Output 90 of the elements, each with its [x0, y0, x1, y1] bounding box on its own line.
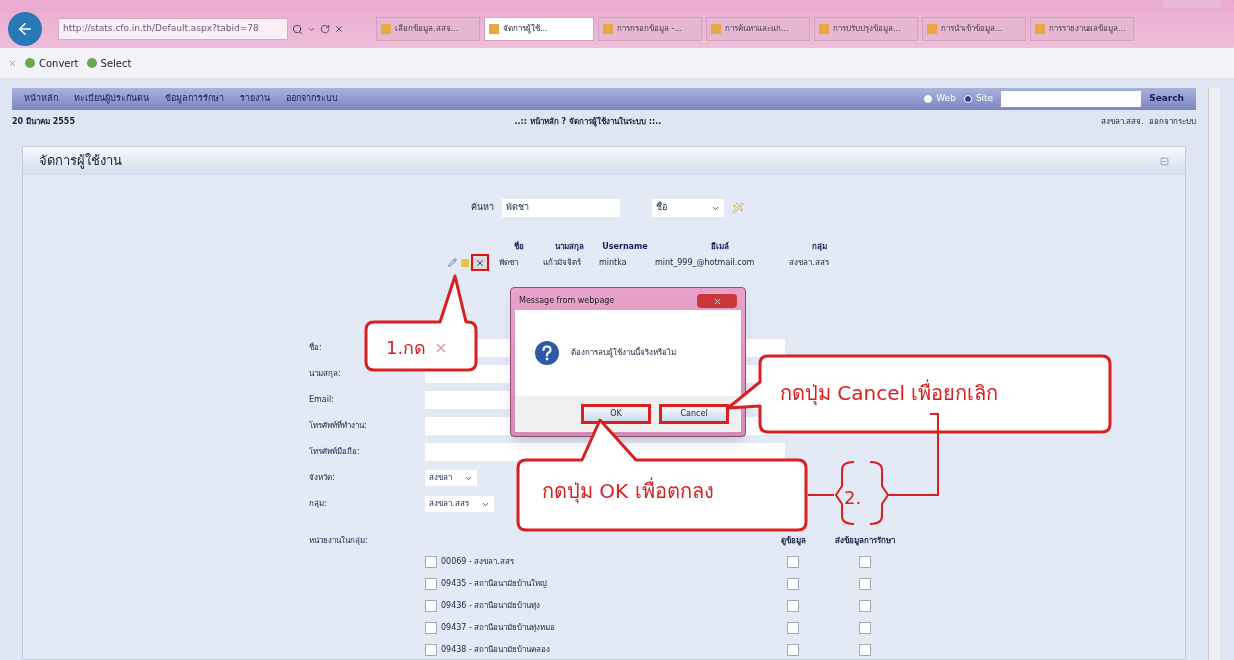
checkbox[interactable]: [859, 644, 871, 656]
pencil-icon[interactable]: [448, 258, 457, 267]
search-label: ค้นหา: [471, 201, 494, 215]
question-icon: [535, 341, 559, 365]
checkbox[interactable]: [425, 600, 437, 612]
toolbar-button[interactable]: Convert: [25, 55, 79, 71]
browser-tab[interactable]: การกรอกข้อมูล -...: [598, 17, 702, 41]
search-button[interactable]: Search: [1149, 92, 1184, 106]
checkbox[interactable]: [425, 556, 437, 568]
checkbox[interactable]: [425, 578, 437, 590]
field-label: กลุ่ม:: [309, 499, 327, 508]
table-cell-text: พัดชา: [499, 256, 519, 269]
callout-text: กดปุ่ม OK เพื่อตกลง: [542, 476, 714, 506]
field-label: โทรศัพท์ที่ทำงาน:: [309, 421, 367, 430]
field-label: ชื่อ:: [309, 343, 322, 352]
column-header: กลุ่ม: [810, 241, 828, 253]
user-link[interactable]: สงขลา.สสจ. ออกจากระบบ: [1100, 116, 1196, 128]
field-label: Email:: [309, 395, 334, 404]
checkbox[interactable]: [859, 578, 871, 590]
checkbox[interactable]: [859, 622, 871, 634]
back-button[interactable]: [8, 12, 42, 46]
field-label: หน่วยงานในกลุ่ม:: [309, 536, 368, 545]
checkbox[interactable]: [787, 600, 799, 612]
browser-tab[interactable]: การค้นหาและแก...: [706, 17, 810, 41]
collapse-icon[interactable]: [1160, 156, 1169, 166]
checkbox[interactable]: [787, 556, 799, 568]
menu-item[interactable]: รายงาน: [240, 92, 270, 106]
panel-title: จัดการผู้ใช้งาน: [39, 152, 122, 171]
dialog-button[interactable]: Cancel: [659, 404, 729, 424]
date-text: 20 มีนาคม 2555: [12, 116, 75, 128]
close-icon[interactable]: [8, 58, 17, 68]
column-header: ดูข้อมูล: [779, 535, 807, 547]
browser-tab[interactable]: การปรับปรุงข้อมูล...: [814, 17, 918, 41]
search-field[interactable]: พัดชา: [502, 199, 620, 217]
checkbox[interactable]: [787, 578, 799, 590]
table-cell-text: สงขลา.สสร: [789, 256, 830, 269]
field-label: นามสกุล:: [309, 369, 341, 378]
unit-label: 09435 - สถานีอนามัยบ้านใหญ่: [441, 578, 548, 590]
column-header: นามสกุล: [553, 241, 585, 253]
callout-text: 1.กด: [386, 336, 427, 360]
breadcrumb: ..:: หน้าหลัก ? จัดการผู้ใช้งานในระบบ ::..: [514, 116, 662, 128]
menu-item[interactable]: หน้าหลัก: [24, 92, 58, 106]
field-select[interactable]: ชื่อ: [652, 199, 724, 217]
step-number: 2.: [844, 486, 862, 510]
table-cell-text: mint_999_@hotmail.com: [655, 256, 756, 269]
unit-label: 09436 - สถานีอนามัยบ้านทุ่ง: [441, 600, 541, 612]
unit-label: 09438 - สถานีอนามัยบ้านคลอง: [441, 644, 551, 656]
close-button[interactable]: [697, 294, 737, 308]
browser-tab[interactable]: เลือกข้อมูล.สสจ...: [376, 17, 480, 41]
address-field[interactable]: http://stats.cfo.in.th/Default.aspx?tabid=78: [58, 18, 288, 40]
menu-item[interactable]: ออกจากระบบ: [286, 92, 338, 106]
refresh-icon[interactable]: [320, 24, 330, 34]
toolbar-button[interactable]: Select: [86, 55, 132, 71]
browser-tab[interactable]: จัดการผู้ใช้...: [484, 17, 594, 41]
table-cell-text: mintka: [599, 256, 628, 269]
menu-item[interactable]: ทะเบียนผู้ประกันตน: [74, 92, 149, 106]
close-icon: [712, 296, 722, 306]
browser-tab[interactable]: การนำเข้าข้อมูล...: [922, 17, 1026, 41]
checkbox[interactable]: [425, 622, 437, 634]
close-symbol: ×: [434, 336, 448, 359]
dialog-title: Message from webpage: [519, 295, 615, 307]
lock-icon[interactable]: [461, 258, 469, 267]
checkbox[interactable]: [787, 644, 799, 656]
x-icon: [475, 257, 485, 268]
checkbox[interactable]: [425, 644, 437, 656]
unit-label: 00069 - สงขลา.สสร: [441, 556, 514, 568]
table-cell-text: แก้วมัจจิตร์: [543, 256, 582, 269]
browser-tab[interactable]: การรายงานผลข้อมูล...: [1030, 17, 1134, 41]
dropdown[interactable]: สงขลา: [425, 470, 477, 486]
callout-text: กดปุ่ม Cancel เพื่อยกเลิก: [780, 378, 999, 408]
close-icon[interactable]: [334, 24, 344, 34]
column-header: ชื่อ: [513, 241, 525, 253]
delete-button[interactable]: [473, 256, 487, 269]
dropdown[interactable]: สงขลา.สสร: [425, 496, 494, 512]
field-label: โทรศัพท์มือถือ:: [309, 447, 360, 456]
unit-label: 09437 - สถานีอนามัยบ้านทุ่งหมอ: [441, 622, 556, 634]
scrollbar[interactable]: [1208, 88, 1220, 660]
menu-item[interactable]: ข้อมูลการรักษา: [165, 92, 224, 106]
search-icon[interactable]: [292, 23, 303, 35]
checkbox[interactable]: [859, 600, 871, 612]
column-header: อีเมล์: [710, 241, 730, 253]
checkbox[interactable]: [859, 556, 871, 568]
checkbox[interactable]: [787, 622, 799, 634]
column-header: Username: [601, 241, 649, 253]
column-header: ส่งข้อมูลการรักษา: [834, 535, 896, 547]
dialog-message: ต้องการลบผู้ใช้งานนี้จริงหรือไม่: [571, 347, 676, 359]
dialog-button[interactable]: OK: [581, 404, 651, 424]
field-label: จังหวัด:: [309, 473, 335, 482]
site-search-field[interactable]: [1001, 91, 1142, 107]
wand-icon[interactable]: [732, 202, 744, 214]
